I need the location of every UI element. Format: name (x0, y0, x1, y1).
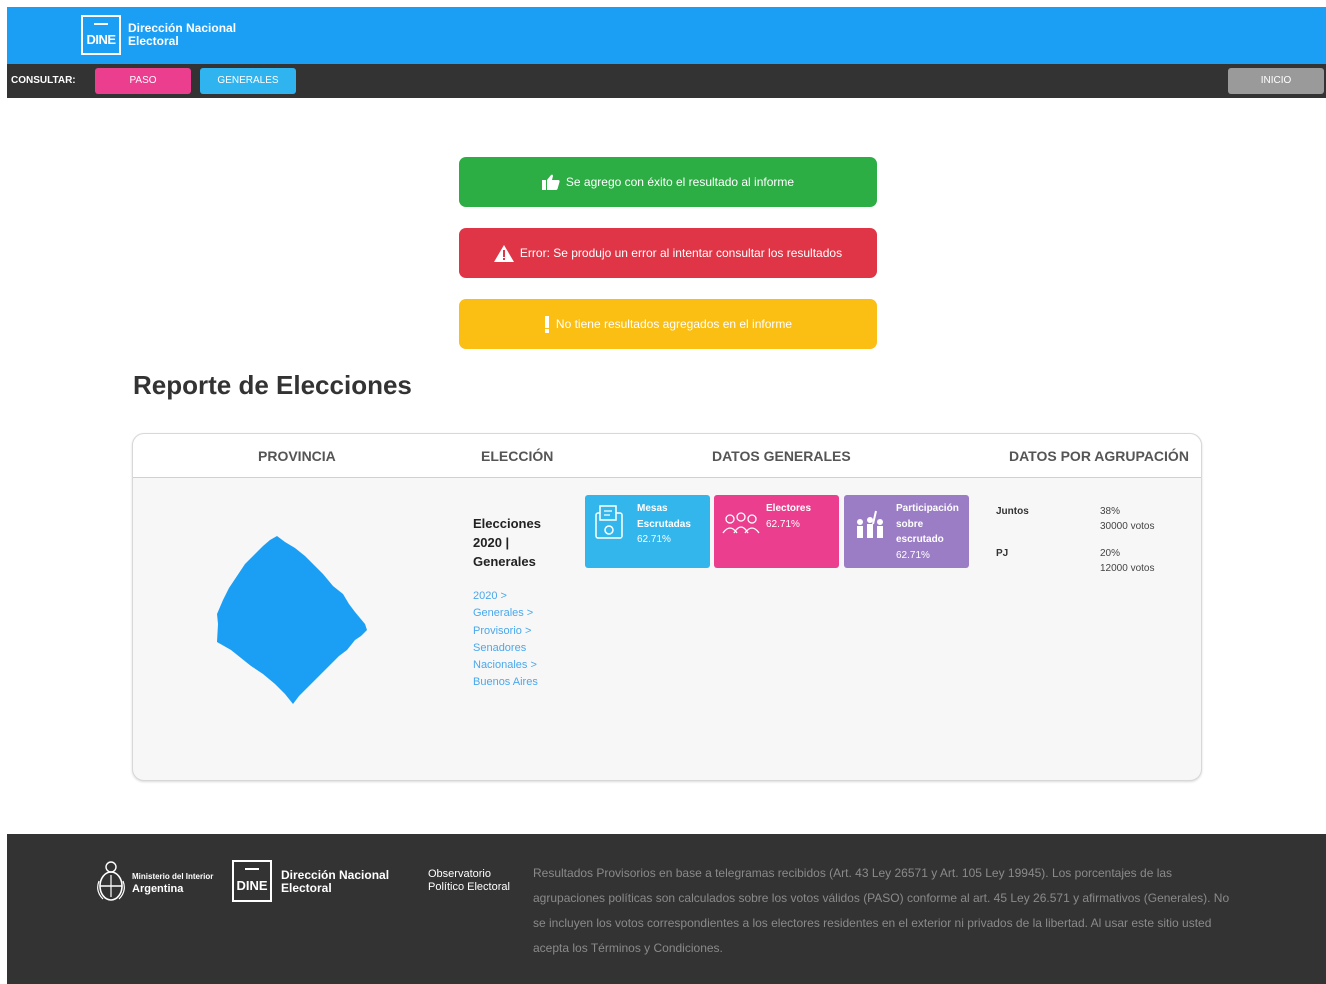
ministerio-line1: Ministerio del Interior (132, 872, 214, 881)
ministerio-line2: Argentina (132, 883, 184, 895)
participacion-label-line3: escrutado (896, 534, 944, 545)
generales-button[interactable]: GENERALES (200, 68, 296, 94)
footer-logo-mark: DINE (236, 878, 268, 893)
observatorio-line2: Político Electoral (428, 881, 510, 893)
breadcrumb-link-buenos-aires[interactable]: Buenos Aires (473, 674, 538, 691)
warning-alert: No tiene resultados agregados en el info… (459, 299, 877, 349)
electores-label: Electores (766, 503, 812, 514)
ministerio-logo-text: Ministerio del Interior Argentina (132, 871, 213, 895)
mesas-card: Mesas Escrutadas 62.71% (585, 495, 710, 568)
agrupacion-result: 38% 30000 votos (1100, 504, 1155, 534)
agrupacion-name: PJ (996, 548, 1009, 559)
participacion-card: Participación sobre escrutado 62.71% (844, 495, 969, 568)
election-title-line2: 2020 | (473, 535, 510, 550)
people-icon (722, 512, 760, 534)
participacion-label-line2: sobre (896, 518, 924, 530)
observatorio-line1: Observatorio (428, 868, 491, 880)
report-header-row: PROVINCIA ELECCIÓN DATOS GENERALES DATOS… (133, 434, 1201, 478)
mesas-label-line1: Mesas (637, 503, 668, 514)
election-title-line3: Generales (473, 554, 536, 569)
national-shield-icon (97, 861, 125, 901)
footer: Ministerio del Interior Argentina DINE D… (7, 834, 1326, 984)
thumbs-up-icon (541, 174, 560, 190)
success-alert: Se agrego con éxito el resultado al info… (459, 157, 877, 207)
logo-title-line2: Electoral (128, 34, 179, 48)
paso-button[interactable]: PASO (95, 68, 191, 94)
header-eleccion: ELECCIÓN (481, 448, 554, 464)
dine-logo[interactable]: DINE (81, 15, 121, 55)
footer-disclaimer: Resultados Provisorios en base a telegra… (533, 866, 1230, 955)
raised-hands-icon (857, 510, 883, 538)
logo-mark: DINE (86, 32, 116, 47)
buenos-aires-map (217, 536, 367, 704)
breadcrumb-link-senadores[interactable]: Senadores (473, 640, 538, 657)
participacion-value: 62.71% (896, 549, 930, 561)
mesas-label-line2: Escrutadas (637, 518, 691, 530)
breadcrumb-link-nacionales[interactable]: Nacionales > (473, 657, 538, 674)
warning-triangle-icon (493, 244, 514, 262)
report-card: PROVINCIA ELECCIÓN DATOS GENERALES DATOS… (132, 433, 1202, 781)
breadcrumb-link-generales[interactable]: Generales > (473, 605, 538, 622)
breadcrumb-link-provisorio[interactable]: Provisorio > (473, 623, 538, 640)
header-datos-agrupacion: DATOS POR AGRUPACIÓN (1009, 448, 1189, 464)
election-title: Elecciones 2020 | Generales (473, 514, 553, 571)
agrupacion-pct: 20% (1100, 548, 1121, 559)
ballot-box-icon (595, 505, 623, 539)
footer-logo-title: Dirección Nacional Electoral (281, 869, 389, 895)
agrupacion-name: Juntos (996, 506, 1029, 517)
agrupacion-result: 20% 12000 votos (1100, 546, 1155, 576)
mesas-value: 62.71% (637, 534, 671, 545)
success-alert-text: Se agrego con éxito el resultado al info… (565, 175, 795, 189)
agrupacion-votos: 30000 votos (1100, 521, 1155, 532)
consultar-label: CONSULTAR: (11, 75, 76, 86)
agrupacion-votos: 12000 votos (1100, 563, 1155, 574)
page-title: Reporte de Elecciones (133, 370, 412, 400)
exclamation-icon (544, 315, 549, 333)
nav-bar: CONSULTAR: PASO GENERALES INICIO (7, 64, 1326, 98)
electores-card: Electores 62.71% (714, 495, 839, 568)
participacion-label-line1: Participación (896, 503, 959, 514)
error-alert-text: Error: Se produjo un error al intentar c… (519, 246, 843, 260)
footer-dine-logo[interactable]: DINE (232, 860, 272, 902)
footer-logo-line2: Electoral (281, 881, 332, 895)
electores-value: 62.71% (766, 518, 800, 530)
breadcrumb-link-2020[interactable]: 2020 > (473, 588, 538, 605)
header-datos-generales: DATOS GENERALES (712, 448, 851, 464)
top-header: DINE Dirección Nacional Electoral (7, 7, 1326, 64)
inicio-button[interactable]: INICIO (1228, 68, 1324, 94)
election-title-line1: Elecciones (473, 516, 541, 531)
election-breadcrumb: 2020 > Generales > Provisorio > Senadore… (473, 588, 538, 692)
agrupacion-pct: 38% (1100, 506, 1121, 517)
observatorio-logo[interactable]: Observatorio Político Electoral (428, 868, 510, 894)
header-provincia: PROVINCIA (258, 448, 336, 464)
warning-alert-text: No tiene resultados agregados en el info… (555, 317, 793, 331)
error-alert: Error: Se produjo un error al intentar c… (459, 228, 877, 278)
logo-title: Dirección Nacional Electoral (128, 22, 236, 48)
